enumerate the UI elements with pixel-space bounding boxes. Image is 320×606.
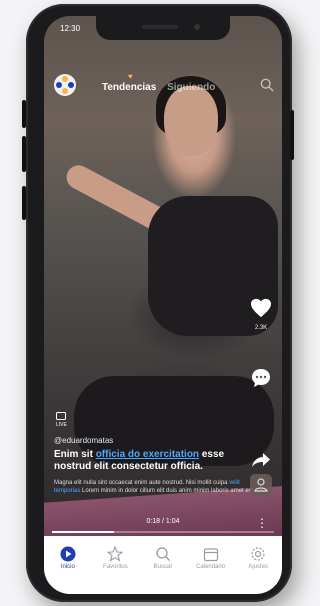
app-logo-icon[interactable] <box>54 74 76 96</box>
nav-label: Buscar <box>153 564 173 570</box>
video-time: 0:18 / 1:04 <box>146 518 180 525</box>
post-description: Magna elit nulla sint occaecat enim aute… <box>54 479 259 495</box>
top-bar: ♥ Tendencias Siguiendo <box>44 70 282 100</box>
nav-label: Ajustes <box>248 564 269 570</box>
volume-down-button <box>22 136 26 172</box>
volume-up-button <box>22 100 26 128</box>
live-badge: LIVE <box>56 412 67 428</box>
nav-item-buscar[interactable]: Buscar <box>140 544 186 570</box>
tab-tendencias[interactable]: ♥ Tendencias <box>102 72 157 93</box>
calendar-icon <box>203 548 218 562</box>
live-label: LIVE <box>56 422 67 428</box>
comment-icon <box>252 369 270 387</box>
bottom-nav: Inicio Favoritos Buscar Calendario Ajust… <box>44 536 282 594</box>
gear-icon <box>251 547 265 561</box>
post-info: @eduardomatas Enim sit officia do exerci… <box>54 436 259 495</box>
mute-switch <box>22 186 26 220</box>
front-camera <box>194 24 200 30</box>
location-button[interactable] <box>250 474 272 496</box>
tab-siguiendo[interactable]: Siguiendo <box>167 82 215 93</box>
live-icon <box>56 412 67 420</box>
like-button[interactable]: 2.3K <box>246 298 276 331</box>
comment-button[interactable] <box>246 368 276 393</box>
video-progress-bar[interactable] <box>52 531 274 533</box>
nav-item-favoritos[interactable]: Favoritos <box>92 544 138 570</box>
speaker-grille <box>142 25 178 29</box>
phone-screen: 12:30 ♥ Tendencias Siguiendo 2.3K LIVE @… <box>44 16 282 594</box>
nav-label: Inicio <box>60 564 75 570</box>
play-circle-icon <box>60 546 76 562</box>
post-username[interactable]: @eduardomatas <box>54 436 259 445</box>
heart-badge-icon: ♥ <box>128 72 133 81</box>
tab-label: Tendencias <box>102 82 157 93</box>
video-progress-fill <box>52 531 115 533</box>
desc-text-end: Lorem minim in dolor cillum elit duis an… <box>80 488 256 494</box>
search-icon[interactable] <box>260 78 274 92</box>
person-pin-icon <box>254 478 268 492</box>
desc-text: Magna elit nulla sint occaecat enim aute… <box>54 480 230 486</box>
search-icon <box>156 547 170 561</box>
star-icon <box>107 546 124 562</box>
nav-label: Favoritos <box>103 564 128 570</box>
nav-item-calendario[interactable]: Calendario <box>188 544 234 570</box>
nav-item-ajustes[interactable]: Ajustes <box>235 544 281 570</box>
feed-tabs: ♥ Tendencias Siguiendo <box>102 72 223 93</box>
headline-text: Enim sit <box>54 449 96 460</box>
nav-item-inicio[interactable]: Inicio <box>45 544 91 570</box>
nav-label: Calendario <box>196 564 226 570</box>
post-headline: Enim sit officia do exercitation esse no… <box>54 449 259 473</box>
status-time: 12:30 <box>60 24 81 33</box>
more-options-icon[interactable]: ⋮ <box>256 516 268 530</box>
tab-label: Siguiendo <box>167 82 216 93</box>
headline-link[interactable]: officia do exercitation <box>96 449 199 460</box>
notch <box>96 16 230 40</box>
power-button <box>290 110 294 160</box>
like-count: 2.3K <box>254 325 268 331</box>
heart-icon <box>251 298 271 318</box>
